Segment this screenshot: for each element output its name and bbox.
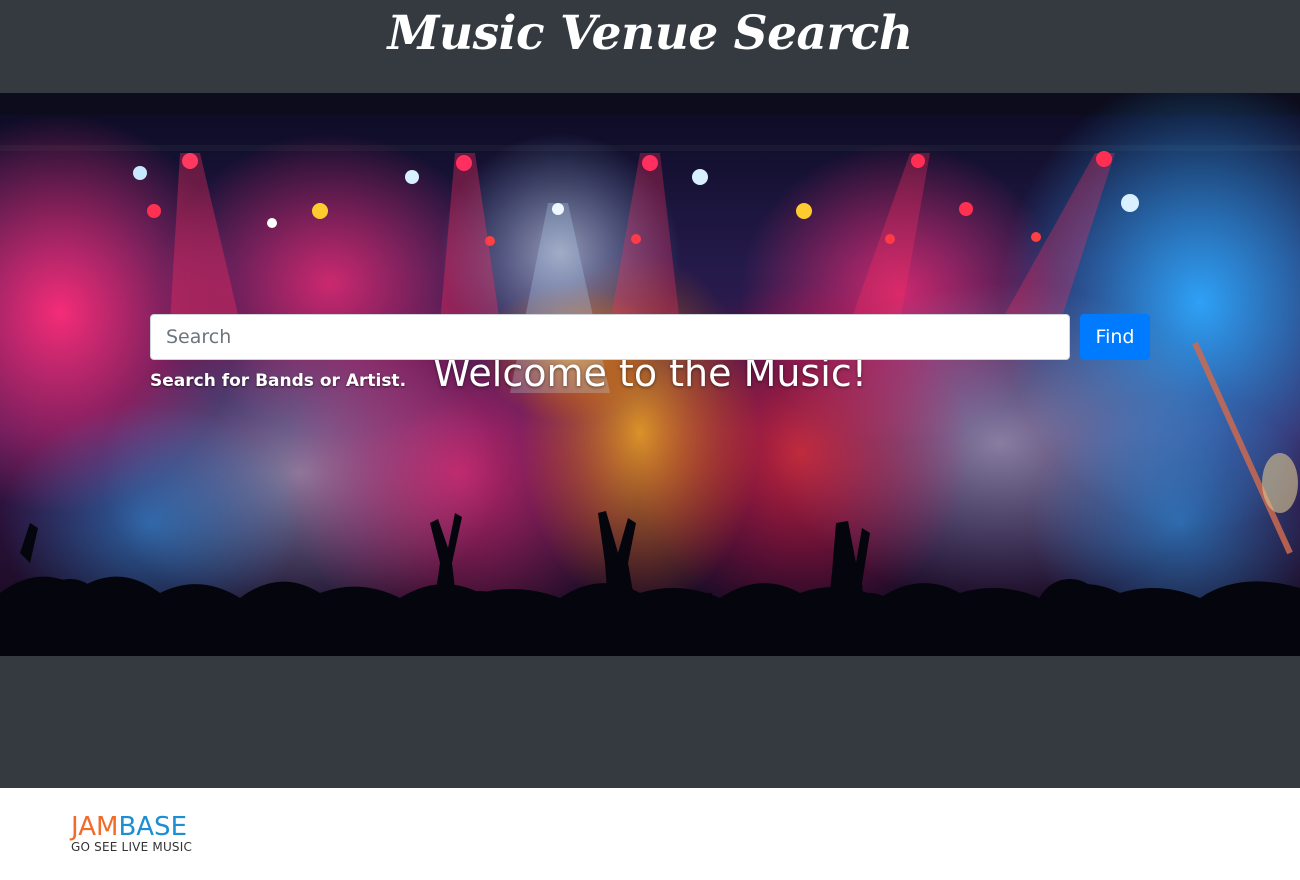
logo-base-text: BASE — [118, 812, 187, 842]
find-button[interactable]: Find — [1080, 314, 1150, 360]
lower-band — [0, 656, 1300, 788]
logo-jam-text: JAM — [71, 812, 119, 842]
top-header-bar: Music Venue Search — [0, 0, 1300, 93]
logo-wordmark: JAMBASE — [71, 814, 187, 840]
logo-tagline: GO SEE LIVE MUSIC — [71, 840, 193, 854]
search-input[interactable] — [150, 314, 1070, 360]
jambase-logo[interactable]: JAMBASE GO SEE LIVE MUSIC — [71, 814, 243, 858]
search-help-text: Search for Bands or Artist. — [150, 371, 407, 391]
site-title: Music Venue Search — [387, 6, 913, 61]
